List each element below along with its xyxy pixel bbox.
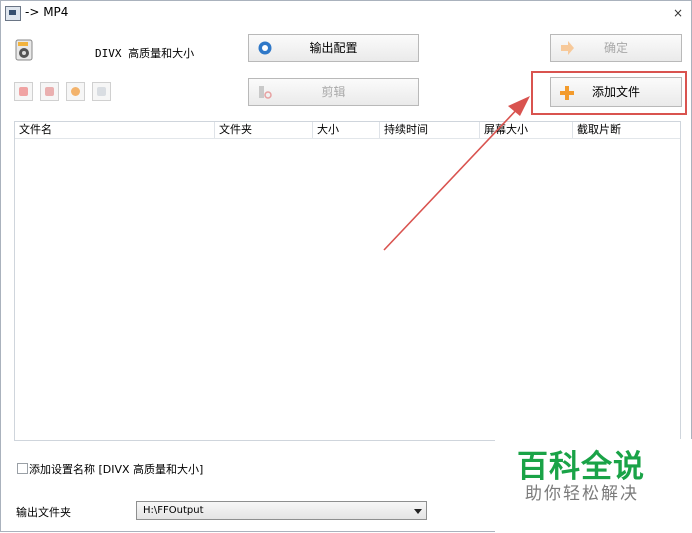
column-header-folder[interactable]: 文件夹 (215, 122, 313, 138)
output-folder-label: 输出文件夹 (16, 506, 71, 519)
file-list-table[interactable]: 文件名 文件夹 大小 持续时间 屏幕大小 截取片断 (14, 121, 681, 441)
media-info-icon (97, 87, 106, 96)
output-folder-value: H:\FFOutput (143, 505, 204, 516)
add-preset-name-checkbox[interactable] (17, 463, 28, 474)
play-icon (71, 87, 80, 96)
plus-icon (560, 86, 574, 100)
add-preset-name-label: 添加设置名称 [DIVX 高质量和大小] (29, 463, 204, 476)
add-file-label: 添加文件 (591, 85, 640, 99)
close-button[interactable]: × (669, 4, 687, 22)
converter-window: -> MP4 × DIVX 高质量和大小 输出配置 确定 剪辑 添加文件 文件名… (0, 0, 692, 533)
watermark-subtitle: 助你轻松解决 (525, 484, 639, 504)
preset-label: DIVX 高质量和大小 (95, 47, 195, 60)
edit-button[interactable]: 剪辑 (248, 78, 419, 106)
chevron-down-icon (414, 509, 422, 514)
column-header-duration[interactable]: 持续时间 (380, 122, 480, 138)
confirm-button[interactable]: 确定 (550, 34, 682, 62)
title-bar: -> MP4 × (1, 1, 691, 25)
output-folder-select[interactable]: H:\FFOutput (136, 501, 427, 520)
clear-list-button[interactable] (40, 82, 59, 101)
file-clear-icon (45, 87, 54, 96)
edit-label: 剪辑 (321, 85, 346, 99)
remove-file-button[interactable] (14, 82, 33, 101)
window-title: -> MP4 (25, 5, 69, 19)
add-file-button[interactable]: 添加文件 (550, 77, 682, 107)
column-header-clip[interactable]: 截取片断 (573, 122, 680, 138)
app-icon (5, 6, 21, 21)
divx-preset-icon (15, 39, 33, 61)
gear-icon (258, 41, 272, 55)
column-header-screen-size[interactable]: 屏幕大小 (480, 122, 573, 138)
file-remove-icon (19, 87, 28, 96)
column-header-filename[interactable]: 文件名 (15, 122, 215, 138)
column-header-size[interactable]: 大小 (313, 122, 380, 138)
output-config-label: 输出配置 (309, 41, 358, 55)
scissors-icon (259, 86, 272, 99)
media-info-button[interactable] (92, 82, 111, 101)
confirm-label: 确定 (603, 41, 628, 55)
table-header: 文件名 文件夹 大小 持续时间 屏幕大小 截取片断 (15, 122, 680, 139)
output-config-button[interactable]: 输出配置 (248, 34, 419, 62)
arrow-right-icon (561, 41, 574, 55)
play-button[interactable] (66, 82, 85, 101)
